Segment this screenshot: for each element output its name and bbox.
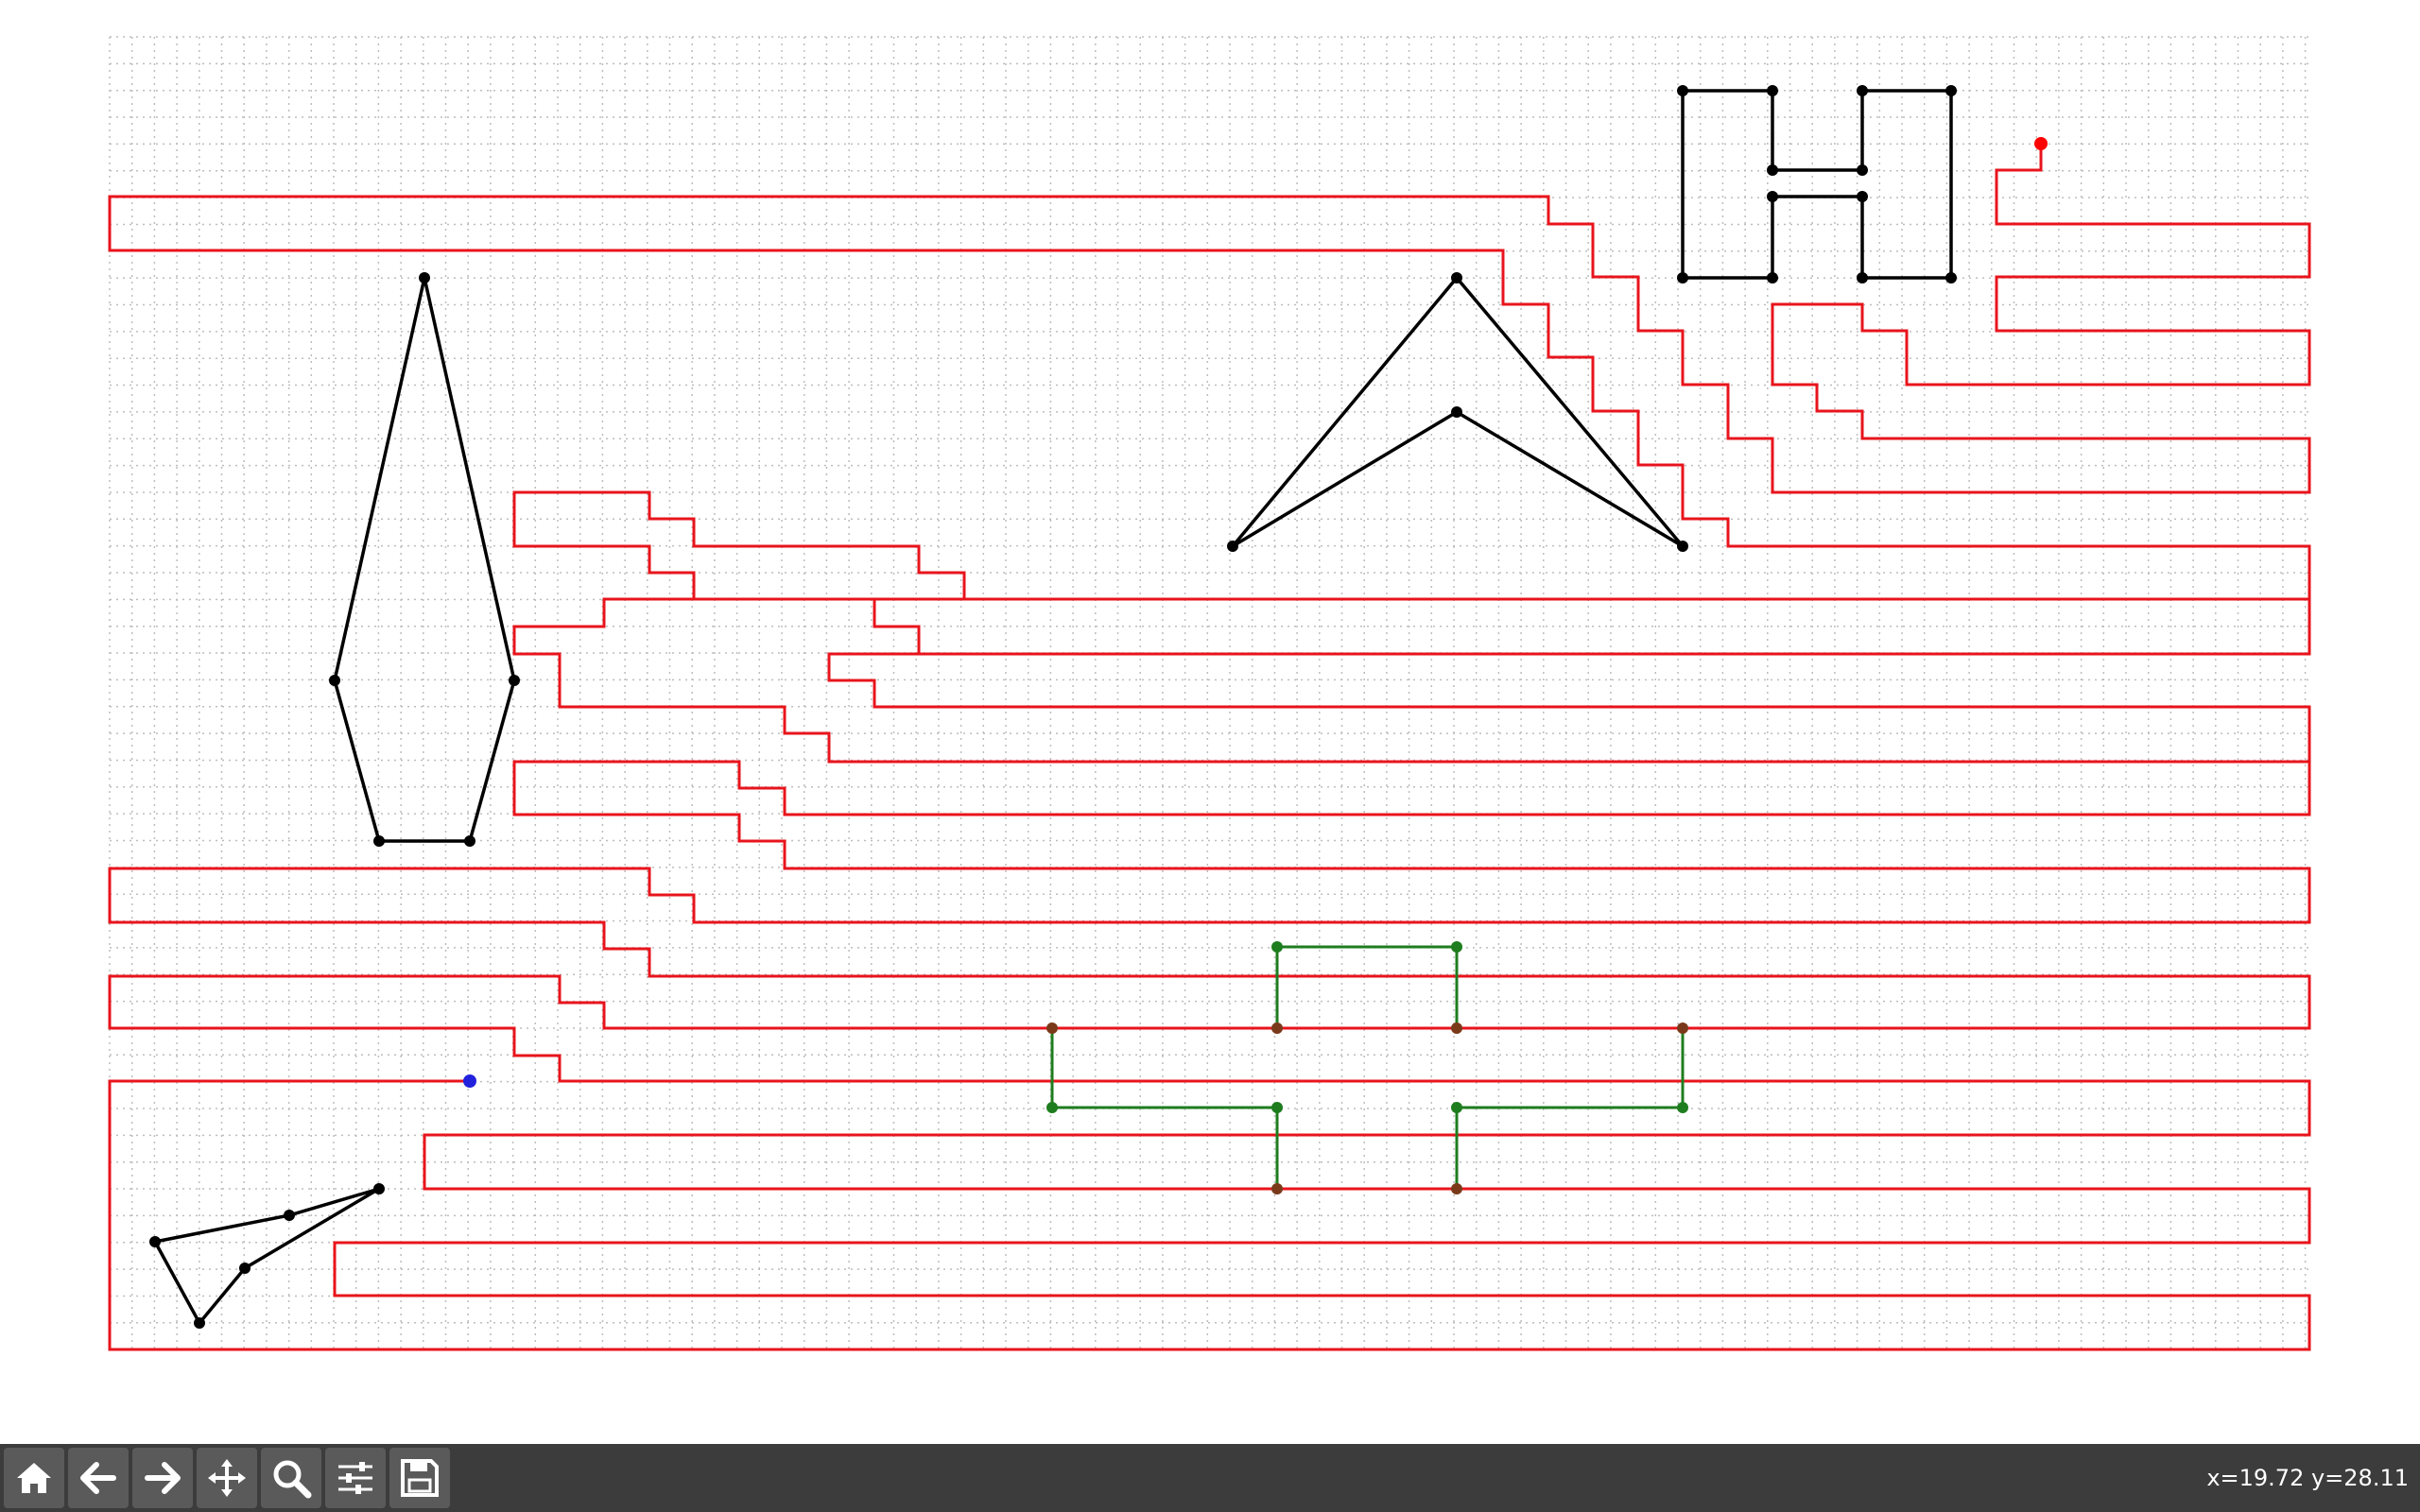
green-obstacle	[1046, 941, 1688, 1194]
cursor-coordinates: x=19.72 y=28.11	[2206, 1465, 2409, 1491]
black-vertex	[509, 675, 520, 686]
zoom-button[interactable]	[261, 1448, 321, 1508]
grid	[109, 36, 2309, 1350]
plot-svg	[108, 36, 2311, 1351]
home-icon	[17, 1463, 51, 1493]
black-vertex	[1677, 541, 1688, 552]
green-vertex	[1046, 1102, 1058, 1113]
green-vertex	[1677, 1102, 1688, 1113]
black-vertex	[1767, 191, 1778, 202]
move-icon	[208, 1459, 246, 1497]
save-button[interactable]	[389, 1448, 450, 1508]
black-vertex	[1767, 85, 1778, 96]
red-path-line	[512, 597, 2311, 764]
home-button[interactable]	[4, 1448, 64, 1508]
magnifier-icon	[273, 1460, 312, 1499]
brown-vertex	[1271, 1022, 1283, 1034]
black-vertex	[284, 1210, 295, 1221]
back-button[interactable]	[68, 1448, 129, 1508]
black-vertex	[419, 272, 430, 284]
red-path-line	[108, 144, 2311, 601]
black-vertex	[149, 1236, 161, 1247]
pan-button[interactable]	[197, 1448, 257, 1508]
start-point-marker	[2034, 137, 2048, 150]
black-vertex	[1677, 85, 1688, 96]
black-vertex	[1767, 164, 1778, 176]
black-vertex	[1945, 85, 1957, 96]
black-vertex	[194, 1317, 205, 1329]
black-vertex	[1857, 164, 1868, 176]
green-vertex	[1271, 1102, 1283, 1113]
brown-vertex	[1271, 1183, 1283, 1194]
arrow-left-icon	[80, 1462, 116, 1494]
configure-subplots-button[interactable]	[325, 1448, 386, 1508]
green-vertex	[1271, 941, 1283, 953]
black-vertex	[1451, 406, 1462, 418]
brown-vertex	[1451, 1183, 1462, 1194]
navigation-toolbar	[0, 1444, 2420, 1512]
red-path	[108, 144, 2311, 1351]
green-vertex	[1451, 1102, 1462, 1113]
black-vertex	[239, 1263, 251, 1274]
green-obstacle-line	[1455, 1028, 1685, 1189]
black-vertex	[1451, 272, 1462, 284]
green-vertex	[1451, 941, 1462, 953]
black-vertex	[464, 835, 475, 847]
green-obstacle-line	[1050, 1028, 1279, 1189]
green-obstacle-line	[1275, 945, 1459, 1028]
black-vertex	[1677, 272, 1688, 284]
black-vertex	[373, 1183, 385, 1194]
brown-vertex	[1451, 1022, 1462, 1034]
black-vertex	[373, 835, 385, 847]
floppy-disk-icon	[401, 1459, 439, 1497]
black-vertex	[1767, 272, 1778, 284]
arrow-right-icon	[145, 1462, 181, 1494]
plot-canvas[interactable]	[0, 0, 2420, 1444]
brown-vertex	[1046, 1022, 1058, 1034]
kite-shape	[333, 277, 516, 843]
brown-vertex	[1677, 1022, 1688, 1034]
end-point-marker	[463, 1074, 476, 1088]
black-vertex	[1227, 541, 1238, 552]
black-vertex	[1857, 85, 1868, 96]
black-vertex	[1945, 272, 1957, 284]
black-vertex	[329, 675, 340, 686]
sliders-icon	[338, 1462, 372, 1494]
black-vertex	[1857, 272, 1868, 284]
black-vertex	[1857, 191, 1868, 202]
forward-button[interactable]	[132, 1448, 193, 1508]
